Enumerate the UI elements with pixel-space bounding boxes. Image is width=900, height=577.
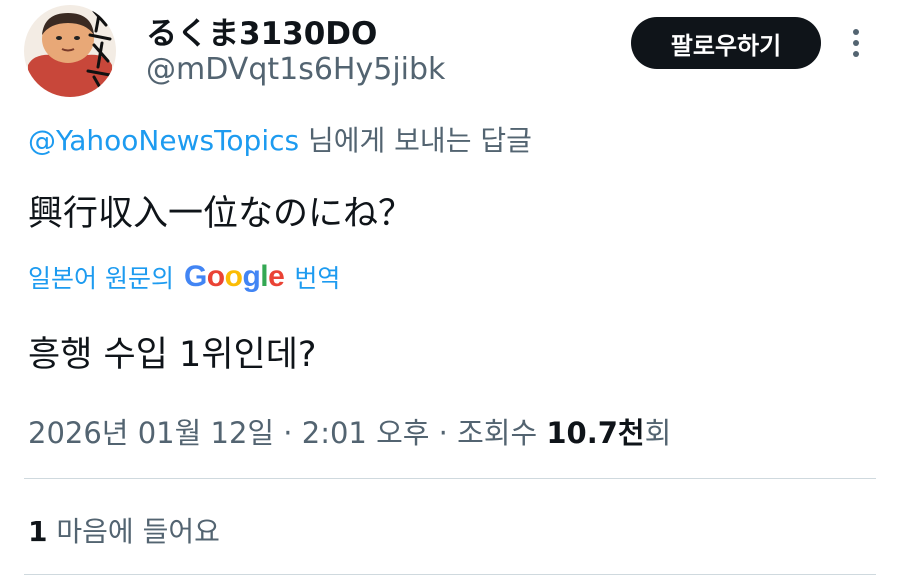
translated-text: 흥행 수입 1위인데? xyxy=(28,335,317,375)
likes-summary[interactable]: 1 마음에 들어요 xyxy=(28,510,220,550)
display-name[interactable]: るくま3130DO xyxy=(146,8,377,53)
more-vertical-icon[interactable] xyxy=(844,26,868,60)
google-logo-letter: o xyxy=(206,260,225,293)
divider xyxy=(24,574,876,575)
meta-separator: · xyxy=(429,416,458,450)
views-count: 10.7천 xyxy=(546,416,645,450)
translation-attribution[interactable]: 일본어 원문의 Google 번역 xyxy=(28,259,340,295)
tweet-time[interactable]: 2:01 오후 xyxy=(302,416,430,450)
translation-prefix: 일본어 원문의 xyxy=(28,264,174,293)
reply-mention-link[interactable]: @YahooNewsTopics xyxy=(28,124,299,157)
user-handle[interactable]: @mDVqt1s6Hy5jibk xyxy=(146,52,445,87)
tweet-meta: 2026년 01월 12일 · 2:01 오후 · 조회수 10.7천회 xyxy=(28,410,671,452)
reply-context: @YahooNewsTopics 님에게 보내는 답글 xyxy=(28,119,532,159)
likes-count: 1 xyxy=(28,515,48,548)
google-logo-letter: o xyxy=(224,260,243,293)
translation-suffix: 번역 xyxy=(294,264,341,293)
meta-separator: · xyxy=(274,416,302,450)
google-logo-letter: e xyxy=(268,260,285,293)
avatar[interactable] xyxy=(24,5,116,97)
reply-suffix: 님에게 보내는 답글 xyxy=(299,124,532,157)
tweet-detail: るくま3130DO @mDVqt1s6Hy5jibk 팔로우하기 @YahooN… xyxy=(0,0,900,577)
google-logo-letter: g xyxy=(242,260,261,293)
likes-label: 마음에 들어요 xyxy=(47,515,220,548)
google-logo-letter: G xyxy=(183,260,207,293)
google-logo-letter: l xyxy=(260,260,269,293)
tweet-text: 興行収入一位なのにね？ xyxy=(28,194,414,234)
avatar-image xyxy=(24,5,116,97)
views-suffix: 회 xyxy=(644,416,672,450)
divider xyxy=(24,478,876,479)
google-logo: Google xyxy=(183,260,285,294)
follow-button[interactable]: 팔로우하기 xyxy=(631,17,821,69)
tweet-date[interactable]: 2026년 01월 12일 xyxy=(28,416,274,450)
views-label: 조회수 xyxy=(457,416,538,450)
